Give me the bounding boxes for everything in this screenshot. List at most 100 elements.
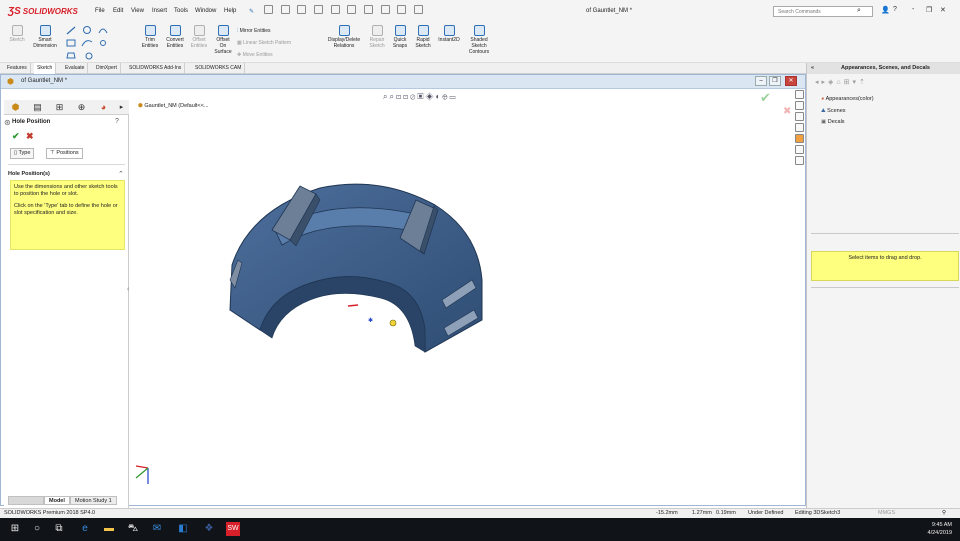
save-icon[interactable] [314,5,324,14]
display-manager-tab-icon[interactable]: ◕ [98,102,109,113]
origin-marker[interactable]: ✱ [368,317,373,324]
confirm-corner-ok-icon[interactable]: ✔ [760,90,771,106]
restore-button[interactable]: ❐ [926,6,932,14]
pin-icon[interactable]: ✎ [249,8,254,15]
feature-tree-root[interactable]: ⬢ Gauntlet_NM (Default<<... [138,103,209,109]
sketch-button[interactable]: Sketch [6,25,28,43]
file-properties-icon[interactable] [397,5,407,14]
minimize-button[interactable]: - [912,6,914,13]
tab-scroll-buttons[interactable] [8,496,44,505]
cancel-x-icon[interactable]: ✖ [26,131,34,142]
move-entities-button[interactable]: ✥ Move Entities [237,49,291,61]
tab-motion-study[interactable]: Motion Study 1 [70,496,117,505]
appearances-icon[interactable] [795,134,804,143]
configuration-manager-tab-icon[interactable]: ⊞ [54,102,65,113]
dimxpert-tab-icon[interactable]: ⊕ [76,102,87,113]
chevron-up-icon[interactable]: ⌃ [118,170,124,178]
offset-entities-button[interactable]: Offset Entities [188,25,210,49]
appearances-item[interactable]: ◕ Appearances(color) [821,96,874,102]
close-button[interactable]: ✕ [940,6,946,14]
doc-close-button[interactable]: ✕ [785,76,797,86]
tab-cam[interactable]: SOLIDWORKS CAM [192,63,246,74]
status-customize-icon[interactable]: ⚲ [942,509,946,518]
units-selector[interactable]: MMGS [878,509,895,518]
menu-help[interactable]: Help [224,8,236,14]
windows-start-icon[interactable]: ⊞ [8,522,22,536]
doc-restore-button[interactable]: ❐ [769,76,781,86]
outlook-icon[interactable]: ◧ [176,522,190,536]
solidworks-forum-icon[interactable] [795,156,804,165]
system-clock[interactable]: 9:45 AM 4/24/2019 [928,521,952,537]
product-version: SOLIDWORKS Premium 2018 SP4.0 [4,510,96,516]
select-icon[interactable] [364,5,374,14]
store-icon[interactable]: ⛍ [126,522,140,536]
collapse-pane-icon[interactable]: « [811,63,814,74]
property-manager-tab-icon[interactable]: ▤ [32,102,43,113]
feature-manager-tab-icon[interactable]: ⬢ [10,102,21,113]
sketch-entity-icons[interactable] [64,25,126,61]
print-icon[interactable] [330,5,340,14]
custom-properties-icon[interactable] [795,145,804,154]
undo-icon[interactable] [347,5,357,14]
solidworks-taskbar-icon[interactable]: SW [226,522,240,536]
edge-icon[interactable]: e [78,522,92,536]
file-explorer-taskbar-icon[interactable]: ▬ [102,522,116,536]
tab-positions[interactable]: ⊤ Positions [46,148,83,159]
tab-features[interactable]: Features [4,63,31,74]
doc-minimize-button[interactable]: – [755,76,767,86]
solidworks-logo[interactable]: ƷS SOLIDWORKS [8,6,78,17]
new-document-icon[interactable] [280,5,290,14]
menu-file[interactable]: File [95,8,105,14]
rapid-sketch-button[interactable]: Rapid Sketch [412,25,434,49]
hole-position-point[interactable] [389,319,397,327]
instant2d-button[interactable]: Instant2D [436,25,462,43]
mirror-entities-button[interactable]: ⫶ Mirror Entities [237,25,291,37]
smart-dimension-button[interactable]: Smart Dimension [30,25,60,49]
repair-sketch-button[interactable]: Repair Sketch [366,25,388,49]
task-pane-toolbar[interactable]: ◂▸◈⌂⊞▾⇡ [815,78,868,86]
home-icon[interactable] [264,5,273,14]
scenes-item[interactable]: ⛰ Scenes [821,108,846,115]
trim-entities-button[interactable]: Trim Entities [139,25,161,49]
tab-sketch[interactable]: Sketch [34,63,57,74]
open-icon[interactable] [297,5,307,14]
tab-addins[interactable]: SOLIDWORKS Add-Ins [126,63,186,74]
design-library-icon[interactable] [795,101,804,110]
task-view-icon[interactable]: ⧉ [52,522,66,536]
app-icon[interactable]: ❖ [202,522,216,536]
sketch-point-red[interactable] [347,304,359,307]
menu-view[interactable]: View [131,8,144,14]
help-icon[interactable]: ? [115,118,119,125]
menu-tools[interactable]: Tools [174,8,188,14]
search-icon[interactable]: ⌕ [857,7,867,16]
decals-item[interactable]: ▣ Decals [821,119,845,125]
resources-icon[interactable] [795,90,804,99]
quick-snaps-button[interactable]: Quick Snaps [390,25,410,49]
tab-evaluate[interactable]: Evaluate [62,63,89,74]
tab-scroll-arrow-icon[interactable]: ▸ [116,102,127,113]
collapse-panel-handle[interactable]: ‹ [127,286,129,293]
convert-entities-button[interactable]: Convert Entities [163,25,187,49]
user-icon[interactable]: 👤 [881,6,890,14]
offset-on-surface-button[interactable]: Offset On Surface [211,25,235,55]
tab-dimxpert[interactable]: DimXpert [93,63,121,74]
confirm-corner-cancel-icon[interactable]: ✖ [783,106,791,117]
shaded-sketch-contours-button[interactable]: Shaded Sketch Contours [465,25,493,55]
tab-type[interactable]: ▯ Type [10,148,35,159]
model-viewport[interactable]: ✱ [220,170,500,360]
ok-check-icon[interactable]: ✔ [12,131,20,142]
file-explorer-icon[interactable] [795,112,804,121]
mail-icon[interactable]: ✉ [150,522,164,536]
menu-window[interactable]: Window [195,8,216,14]
linear-pattern-button[interactable]: ▦ Linear Sketch Pattern [237,37,291,49]
display-delete-relations-button[interactable]: Display/Delete Relations [325,25,363,49]
menu-edit[interactable]: Edit [113,8,123,14]
heads-up-view-toolbar[interactable]: ⌕⌕⊡⊡⊘▣◈◐⊕▭ [383,92,458,102]
view-palette-icon[interactable] [795,123,804,132]
options-gear-icon[interactable] [414,5,424,14]
help-button[interactable]: ? [893,6,897,13]
tab-model[interactable]: Model [44,496,70,505]
menu-insert[interactable]: Insert [152,8,167,14]
cortana-search-icon[interactable]: ○ [30,522,44,536]
rebuild-icon[interactable] [380,5,390,14]
